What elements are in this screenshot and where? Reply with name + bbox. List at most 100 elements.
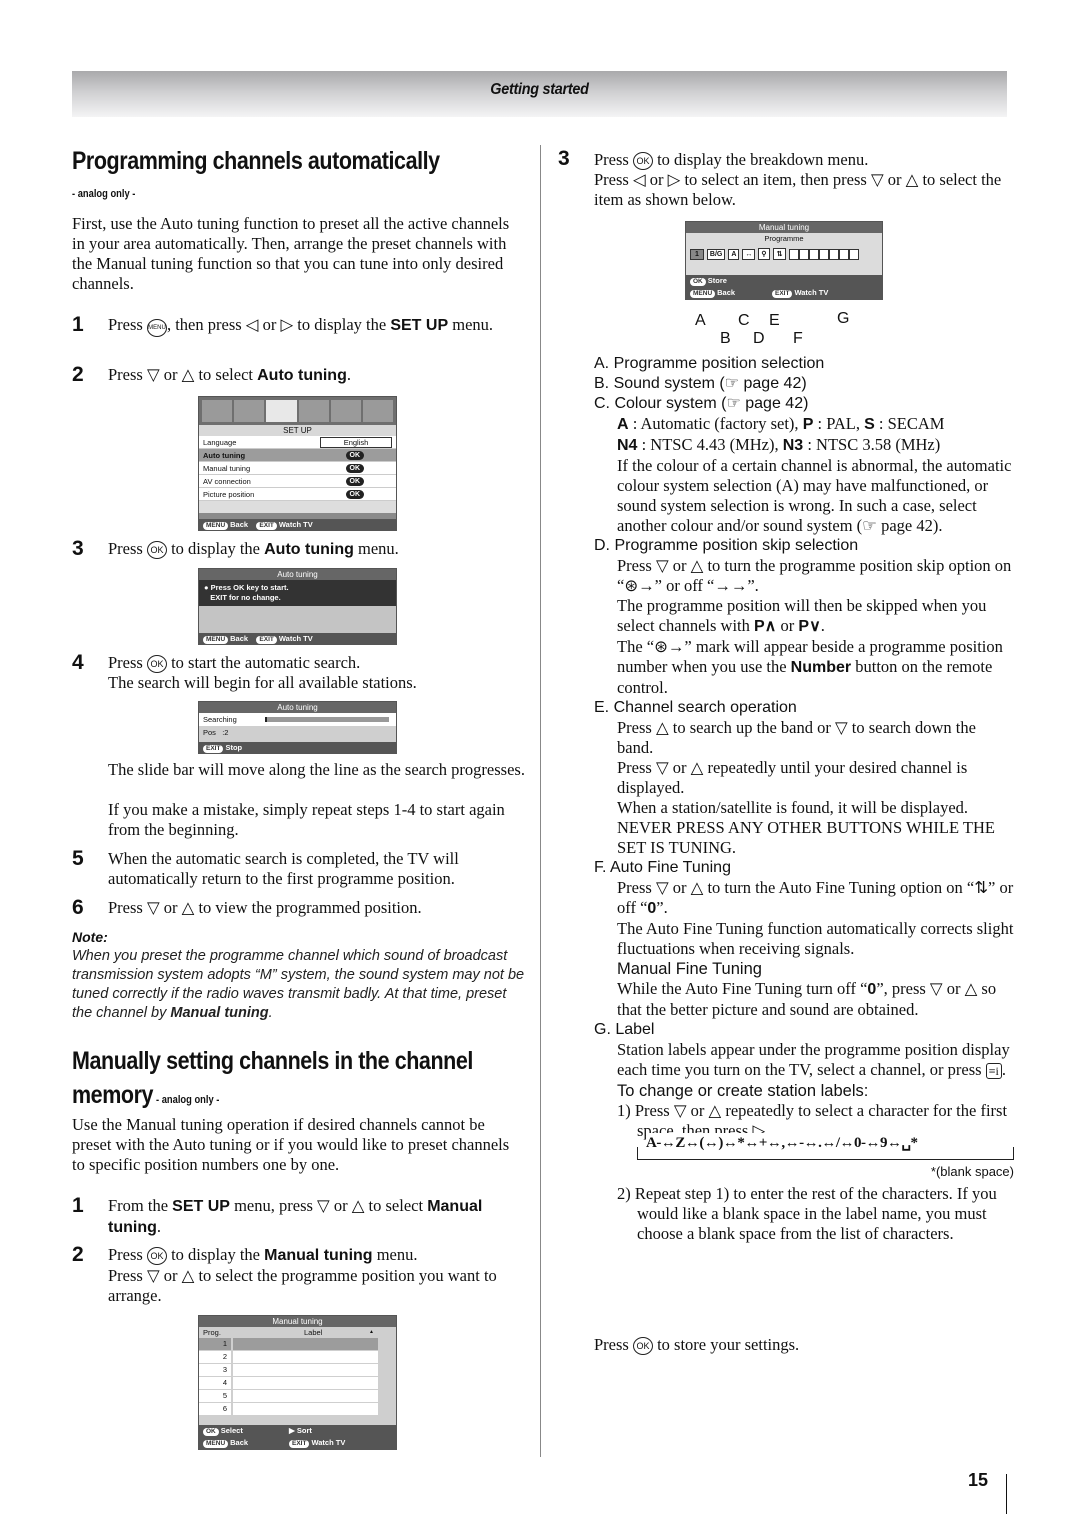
label-cell: [233, 1403, 378, 1415]
programme-field[interactable]: 1: [690, 248, 704, 260]
step-number: 1: [72, 313, 84, 336]
osd-auto-tuning-start: Auto tuning ● Press OK key to start. EXI…: [198, 568, 397, 645]
searching-row: Searching: [199, 713, 396, 726]
osd-setup-menu: SET UP Language English Auto tuning OK Manua…: [198, 396, 397, 531]
item-b-title: B. Sound system (☞ page 42): [594, 375, 807, 392]
info-icon: ●: [204, 583, 209, 592]
osd-setup-title: SET UP: [199, 425, 396, 436]
step-number: 4: [72, 651, 84, 674]
osd-setup-item[interactable]: Picture position OK: [199, 488, 396, 501]
osd-icon-tabs: [199, 397, 396, 425]
breakdown-fields: 1 B/G A ↔ ⚲ ⇅: [686, 244, 882, 264]
osd-footer: MENU Back EXIT Watch TV: [199, 519, 396, 530]
osd-footer: MENU Back EXIT Watch TV: [199, 633, 396, 644]
callout-g: G: [837, 310, 850, 327]
label-cell: [233, 1390, 378, 1402]
blank-space-note: *(blank space): [930, 1164, 1014, 1179]
sound-system-field[interactable]: B/G: [706, 248, 726, 260]
item-g-title: G. Label: [594, 1021, 655, 1038]
item-e-text1: Press △ to search up the band or ▽ to se…: [617, 718, 976, 757]
search-progress-fill: [265, 717, 268, 722]
ok-key-icon: OK: [146, 541, 167, 559]
colour-codes-2: N4 : NTSC 4.43 (MHz), N3 : NTSC 3.58 (MH…: [617, 435, 941, 454]
colour-codes-1: A : Automatic (factory set), P : PAL, S …: [617, 414, 945, 433]
analog-only-tag: - analog only -: [72, 188, 136, 200]
osd-breakdown-menu: Manual tuning Programme 1 B/G A ↔ ⚲ ⇅ OK…: [685, 221, 883, 300]
character-sequence: A-↔Z↔(↔)↔*↔+↔,↔-↔.↔/↔0-↔9↔␣*: [646, 1133, 918, 1152]
osd-title: Auto tuning: [199, 702, 396, 713]
tv-icon: [202, 400, 233, 422]
ok-key-icon: OK: [146, 1247, 167, 1265]
store-settings-text: Press OK to store your settings.: [594, 1335, 800, 1355]
osd-setup-list: Language English Auto tuning OK Manual tunin…: [199, 436, 396, 513]
callout-b: B: [720, 330, 731, 347]
osd-footer: EXIT Stop: [199, 742, 396, 753]
search-icon[interactable]: ⚲: [758, 248, 770, 260]
connection-icon: [298, 400, 329, 422]
label-cell: [233, 1338, 378, 1350]
step-number: 2: [72, 363, 84, 386]
manual-tuning-row[interactable]: 4: [199, 1377, 396, 1389]
aft-icon[interactable]: ⇅: [772, 248, 787, 260]
osd-setup-item[interactable]: AV connection OK: [199, 475, 396, 488]
wrench-icon: [362, 400, 394, 422]
item-c-text: If the colour of a certain channel is ab…: [617, 456, 1012, 535]
item-descriptions: A. Programme position selection B. Sound…: [594, 354, 1014, 1244]
step-number: 5: [72, 847, 84, 870]
step-number: 3: [558, 147, 570, 170]
callout-d: D: [753, 330, 765, 347]
osd-footer: OK Select ▶ Sort MENU Back EXIT Watch TV: [199, 1425, 396, 1449]
osd-footer: OK Store MENU Back EXIT Watch TV: [686, 275, 882, 299]
item-e-text2: Press ▽ or △ repeatedly until your desir…: [617, 758, 968, 797]
osd-manual-tuning-list: Manual tuning Prog. Label ▲ 123456 OK Sel…: [198, 1315, 397, 1450]
manual-tuning-row[interactable]: 5: [199, 1390, 396, 1402]
step-number: 1: [72, 1194, 84, 1217]
osd-setup-item[interactable]: Language English: [199, 436, 396, 449]
step-number: 3: [72, 537, 84, 560]
osd-setup-item[interactable]: Auto tuning OK: [199, 449, 396, 462]
osd-setup-item[interactable]: Manual tuning OK: [199, 462, 396, 475]
item-e-title: E. Channel search operation: [594, 699, 797, 716]
item-d-text2: The programme position will then be skip…: [617, 596, 987, 635]
page-number: 15: [968, 1470, 989, 1490]
osd-subtitle: Programme: [764, 234, 804, 243]
analog-only-tag: - analog only -: [156, 1094, 220, 1106]
page-rule: [1006, 1474, 1007, 1514]
music-note-icon: [234, 400, 265, 422]
slide-bar-note: The slide bar will move along the line a…: [108, 760, 525, 779]
note-title: Note:: [72, 929, 108, 945]
manual-fine-tuning-subhead: Manual Fine Tuning: [617, 960, 762, 978]
heading-manual-setting: Manually setting channels in the channel: [72, 1047, 473, 1075]
column-divider: [540, 145, 541, 1457]
manual-tuning-row[interactable]: 3: [199, 1364, 396, 1376]
mistake-note: If you make a mistake, simply repeat ste…: [108, 800, 505, 839]
setup-list-icon: [266, 400, 297, 422]
scroll-up-icon[interactable]: ▲: [369, 1327, 374, 1338]
step-number: 6: [72, 896, 84, 919]
step-number: 2: [72, 1243, 84, 1266]
list-header: Prog. Label ▲: [203, 1327, 374, 1338]
manual-tuning-row[interactable]: 2: [199, 1351, 396, 1363]
ok-key-icon: OK: [146, 655, 167, 673]
clock-icon: [330, 400, 361, 422]
manual-tuning-row[interactable]: 1: [199, 1338, 396, 1350]
ok-key-icon: OK: [632, 1337, 653, 1355]
skip-icon[interactable]: ↔: [742, 248, 756, 260]
item-e-text4: NEVER PRESS ANY OTHER BUTTONS WHILE THE …: [617, 818, 995, 857]
item-e-text3: When a station/satellite is found, it wi…: [617, 798, 969, 817]
item-f-text3: While the Auto Fine Tuning turn off “0”,…: [617, 979, 997, 1019]
heading-auto-programming: Programming channels automatically: [72, 147, 440, 175]
label-cell: [233, 1364, 378, 1376]
colour-system-field[interactable]: A: [728, 248, 740, 260]
breakdown-step-text: Press OK to display the breakdown menu. …: [594, 150, 1002, 209]
breakdown-callouts: A B C D E F G: [685, 298, 885, 348]
manual-intro: Use the Manual tuning operation if desir…: [72, 1115, 510, 1174]
item-f-text2: The Auto Fine Tuning function automatica…: [617, 919, 1014, 958]
section-header: Getting started: [72, 71, 1007, 117]
label-cell: [233, 1377, 378, 1389]
label-field[interactable]: [789, 248, 860, 260]
intro-paragraph: First, use the Auto tuning function to p…: [72, 214, 510, 293]
osd-message: ● Press OK key to start. EXIT for no cha…: [199, 580, 396, 606]
manual-tuning-row[interactable]: 6: [199, 1403, 396, 1415]
callout-c: C: [738, 312, 750, 329]
